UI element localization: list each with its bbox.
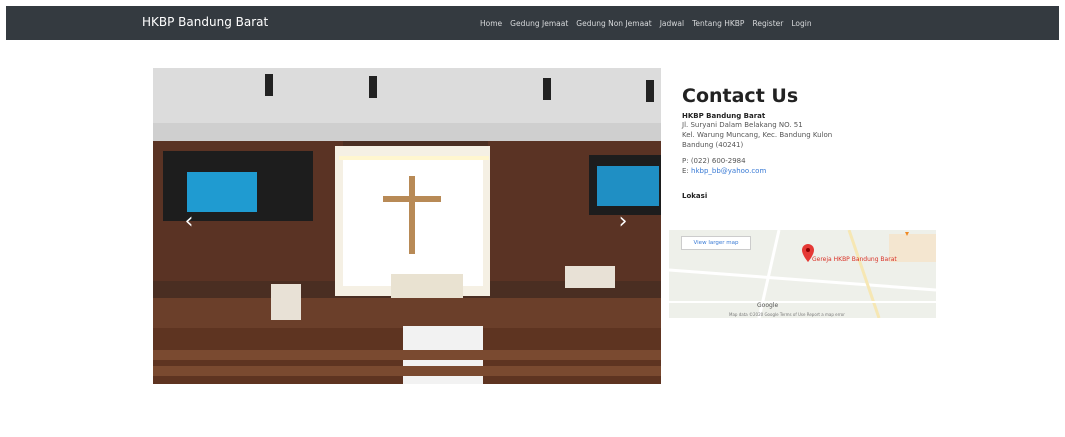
church-interior-image bbox=[153, 68, 661, 384]
map-footer: Map data ©2020 Google Terms of Use Repor… bbox=[729, 312, 845, 317]
google-map[interactable]: View larger map Gereja HKBP Bandung Bara… bbox=[669, 230, 936, 318]
contact-section: Contact Us HKBP Bandung Barat Jl. Suryan… bbox=[682, 84, 942, 200]
location-label: Lokasi bbox=[682, 192, 708, 200]
map-place-label: Gereja HKBP Bandung Barat bbox=[812, 256, 897, 263]
email-prefix: E: bbox=[682, 167, 689, 175]
nav-menu: Home Gedung Jemaat Gedung Non Jemaat Jad… bbox=[480, 6, 820, 40]
phone-prefix: P: bbox=[682, 157, 689, 165]
phone: P: (022) 600-2984 bbox=[682, 156, 942, 166]
carousel-next-button[interactable]: › bbox=[611, 210, 635, 234]
nav-home[interactable]: Home bbox=[480, 19, 502, 28]
contact-title: Contact Us bbox=[682, 85, 799, 107]
phone-number: (022) 600-2984 bbox=[690, 157, 746, 165]
address-line-3: Bandung (40241) bbox=[682, 141, 744, 149]
nav-login[interactable]: Login bbox=[791, 19, 811, 28]
email-link[interactable]: hkbp_bb@yahoo.com bbox=[691, 167, 766, 175]
view-larger-map-link[interactable]: View larger map bbox=[681, 236, 751, 250]
google-logo: Google bbox=[757, 302, 779, 309]
address-line-2: Kel. Warung Muncang, Kec. Bandung Kulon bbox=[682, 131, 833, 139]
nav-tentang-hkbp[interactable]: Tentang HKBP bbox=[692, 19, 744, 28]
nav-jadwal[interactable]: Jadwal bbox=[660, 19, 684, 28]
brand-logo[interactable]: HKBP Bandung Barat bbox=[142, 15, 268, 29]
address-line-1: Jl. Suryani Dalam Belakang NO. 51 bbox=[682, 121, 803, 129]
nav-gedung-jemaat[interactable]: Gedung Jemaat bbox=[510, 19, 568, 28]
nav-register[interactable]: Register bbox=[752, 19, 783, 28]
church-photo-carousel: ‹ › bbox=[153, 68, 661, 384]
navbar: HKBP Bandung Barat Home Gedung Jemaat Ge… bbox=[6, 6, 1059, 40]
organization-name: HKBP Bandung Barat bbox=[682, 112, 766, 120]
nav-gedung-non-jemaat[interactable]: Gedung Non Jemaat bbox=[576, 19, 651, 28]
email: E: hkbp_bb@yahoo.com bbox=[682, 166, 942, 176]
carousel-prev-button[interactable]: ‹ bbox=[177, 210, 201, 234]
